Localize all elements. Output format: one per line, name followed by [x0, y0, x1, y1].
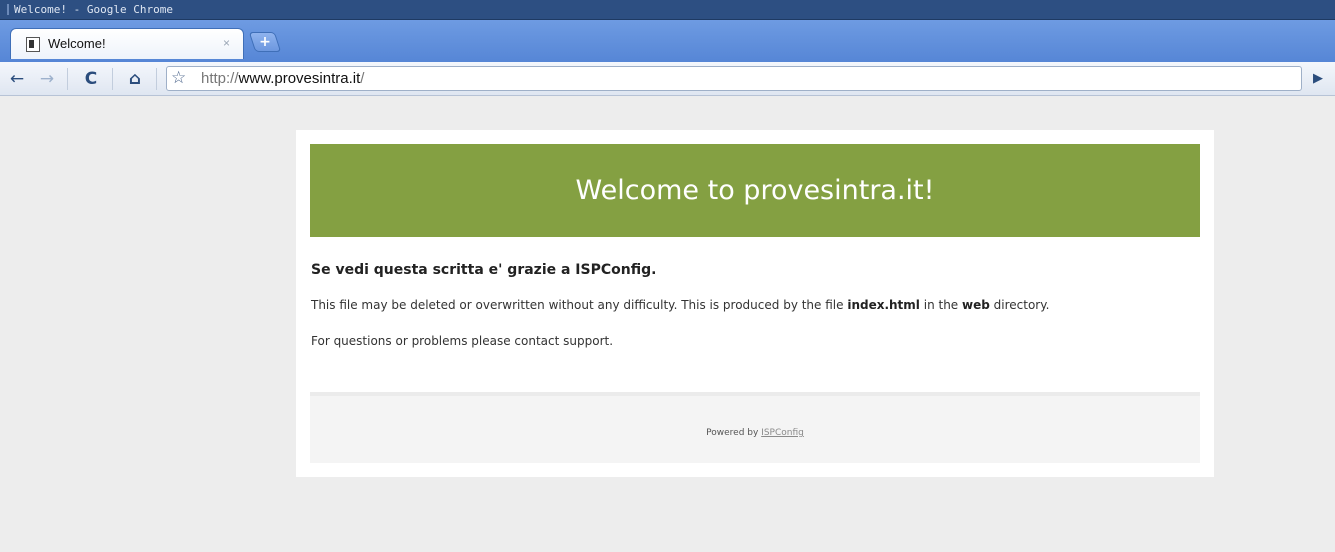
home-button[interactable]: ⌂ [124, 68, 146, 90]
bookmark-star-icon[interactable]: ☆ [171, 68, 186, 88]
toolbar-divider [112, 68, 113, 90]
powered-by-text: Powered by [706, 428, 762, 438]
tab-strip: Welcome! × + [0, 20, 1335, 62]
forward-button[interactable]: → [36, 68, 58, 90]
banner-title: Welcome to provesintra.it! [575, 175, 935, 206]
file-name: index.html [847, 298, 920, 312]
browser-toolbar: ← → C ⌂ ☆ http://www.provesintra.it/ ▶ [0, 62, 1335, 96]
para-text: This file may be deleted or overwritten … [311, 298, 848, 312]
page-subheading: Se vedi questa scritta e' grazie a ISPCo… [311, 262, 657, 278]
page-footer: Powered by ISPConfig [310, 392, 1200, 463]
plus-icon: + [259, 34, 271, 50]
window-title: Welcome! - Google Chrome [14, 3, 173, 16]
page-card: Welcome to provesintra.it! Se vedi quest… [296, 130, 1214, 477]
titlebar-grip [7, 4, 9, 15]
info-paragraph: This file may be deleted or overwritten … [311, 298, 1049, 312]
address-bar[interactable]: ☆ http://www.provesintra.it/ [166, 66, 1302, 91]
go-arrow-icon[interactable]: ▶ [1308, 69, 1328, 89]
powered-by: Powered by ISPConfig [310, 428, 1200, 438]
tab-close-icon[interactable]: × [223, 36, 230, 50]
reload-button[interactable]: C [80, 68, 102, 90]
para-text: in the [919, 298, 962, 312]
ispconfig-link[interactable]: ISPConfig [761, 428, 804, 438]
tab-label: Welcome! [48, 36, 106, 51]
url-path: / [360, 70, 365, 87]
back-button[interactable]: ← [6, 68, 28, 90]
toolbar-divider [156, 68, 157, 90]
url-host: www.provesintra.it [238, 70, 361, 87]
address-url[interactable]: http://www.provesintra.it/ [201, 70, 364, 87]
welcome-banner: Welcome to provesintra.it! [310, 144, 1200, 237]
support-paragraph: For questions or problems please contact… [311, 334, 614, 348]
toolbar-divider [67, 68, 68, 90]
tab-welcome[interactable]: Welcome! × [10, 28, 244, 59]
para-text: directory. [989, 298, 1050, 312]
new-tab-button[interactable]: + [248, 32, 282, 52]
window-titlebar: Welcome! - Google Chrome [0, 0, 1335, 20]
url-scheme: http:// [201, 70, 239, 87]
page-favicon-icon [26, 37, 40, 52]
directory-name: web [962, 298, 990, 312]
